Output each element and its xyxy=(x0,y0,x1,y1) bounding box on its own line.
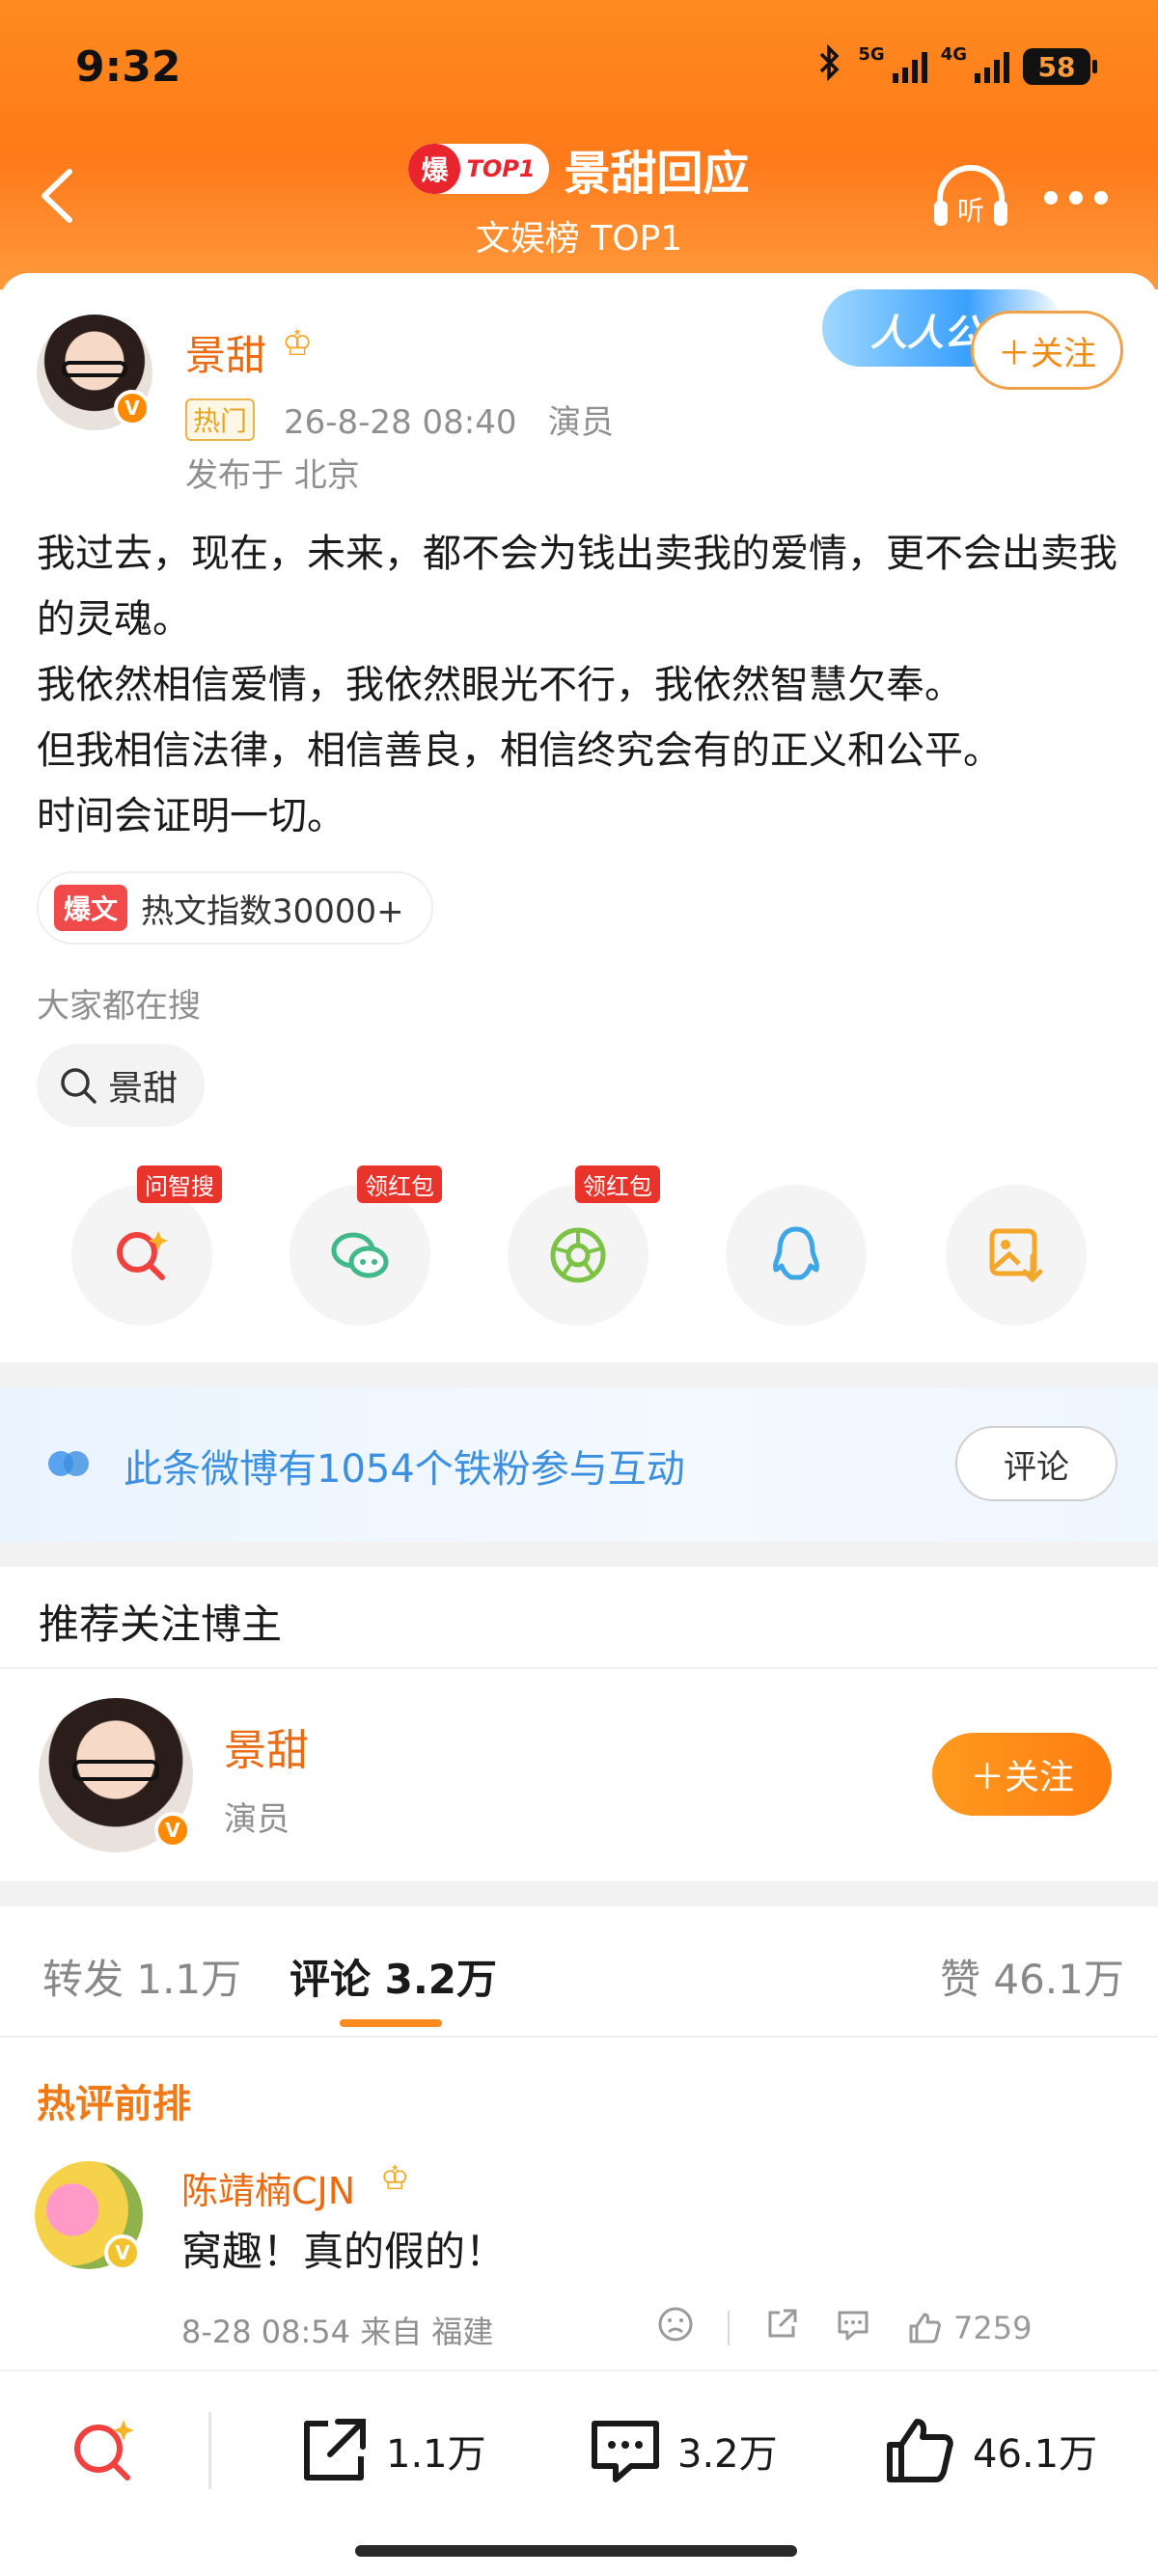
tab-repost[interactable]: 转发 1.1万 xyxy=(42,1947,241,2006)
search-chip[interactable]: 景甜 xyxy=(37,1044,206,1127)
post-body: 我过去，现在，未来，都不会为钱出卖我的爱情，更不会出卖我的灵魂。 我依然相信爱情… xyxy=(37,532,1117,838)
follow-button[interactable]: ＋关注 xyxy=(971,311,1123,390)
comment-like-button[interactable]: 7259 xyxy=(905,2309,1032,2347)
battery-icon: 58 xyxy=(1023,48,1097,85)
author-name[interactable]: 景甜 xyxy=(185,323,266,382)
share-wechat[interactable]: 领红包 xyxy=(290,1165,442,1326)
bottom-comment-button[interactable]: 3.2万 xyxy=(587,2412,778,2489)
comment-icon xyxy=(592,2421,659,2482)
wechat-icon xyxy=(331,1232,389,1278)
crown-icon: ♔ xyxy=(282,324,314,364)
signal-icon xyxy=(892,50,927,83)
verified-icon: V xyxy=(154,1812,191,1849)
crown-icon: ♔ xyxy=(380,2159,410,2198)
bluetooth-icon xyxy=(815,43,844,89)
signal-icon-2 xyxy=(975,50,1009,83)
status-time: 9:32 xyxy=(75,42,181,92)
repost-icon xyxy=(304,2419,366,2480)
share-qq[interactable] xyxy=(726,1185,867,1326)
bottom-repost-button[interactable]: 1.1万 xyxy=(295,2412,486,2489)
commenter-name[interactable]: 陈靖楠CJN xyxy=(181,2161,355,2214)
divider xyxy=(0,1667,1158,1669)
hot-comments-title: 热评前排 xyxy=(37,2082,191,2126)
bottom-ask-search[interactable] xyxy=(66,2412,143,2489)
page-title: 景甜回应 xyxy=(564,147,750,201)
post-location: 发布于 北京 xyxy=(185,456,360,495)
verified-icon: V xyxy=(114,390,151,426)
ai-search-icon xyxy=(74,2420,134,2480)
tab-active-indicator xyxy=(340,2019,442,2027)
headphones-icon: 听 xyxy=(934,165,1007,227)
post-meta: 26-8-28 08:40 演员 xyxy=(284,403,614,442)
moments-icon xyxy=(550,1227,606,1283)
svg-text:听: 听 xyxy=(957,195,984,227)
divider xyxy=(0,1542,1158,1567)
ai-search-icon xyxy=(117,1231,168,1280)
hot-index-text: 热文指数30000+ xyxy=(141,891,404,931)
comment-count: 3.2万 xyxy=(677,2432,778,2477)
recommend-title: 推荐关注博主 xyxy=(39,1601,283,1648)
thumbs-up-icon xyxy=(909,2313,941,2343)
more-options-icon[interactable] xyxy=(1044,191,1108,205)
bottom-like-button[interactable]: 46.1万 xyxy=(882,2412,1097,2489)
fans-comment-button[interactable]: 评论 xyxy=(955,1426,1117,1501)
plus-icon: ＋ xyxy=(998,334,1031,373)
recommend-desc: 演员 xyxy=(224,1800,290,1839)
image-download-icon xyxy=(989,1228,1043,1283)
top-rank-badge: 爆 TOP1 xyxy=(408,144,549,194)
plus-icon: ＋ xyxy=(969,1758,1005,1797)
fans-text: 此条微博有1054个铁粉参与互动 xyxy=(124,1447,685,1492)
save-image[interactable] xyxy=(946,1185,1087,1326)
emoji-icon[interactable] xyxy=(656,2305,695,2351)
fans-icon xyxy=(46,1447,95,1480)
tab-comment[interactable]: 评论 3.2万 xyxy=(290,1947,497,2006)
comment-actions: 7259 xyxy=(656,2304,1032,2352)
verified-icon: V xyxy=(104,2234,141,2271)
divider xyxy=(0,1881,1158,1906)
like-count: 46.1万 xyxy=(973,2432,1098,2477)
status-icons: 5G 4G 58 xyxy=(815,43,1097,89)
divider xyxy=(0,1362,1158,1387)
comment-share-icon[interactable] xyxy=(762,2305,801,2351)
network-5g: 5G xyxy=(858,44,885,65)
repost-count: 1.1万 xyxy=(386,2432,486,2477)
listen-button[interactable]: 听 xyxy=(930,164,1011,232)
divider xyxy=(208,2412,211,2489)
comment-reply-icon[interactable] xyxy=(834,2305,872,2351)
recommend-follow-button[interactable]: ＋关注 xyxy=(932,1733,1112,1816)
comment-meta: 8-28 08:54 来自 福建 xyxy=(181,2314,494,2350)
comment-like-count: 7259 xyxy=(953,2310,1033,2346)
comment-text: 窝趣！真的假的！ xyxy=(181,2228,507,2275)
share-ask-search[interactable]: 问智搜 xyxy=(71,1165,222,1326)
network-4g: 4G xyxy=(940,44,967,65)
recommend-name[interactable]: 景甜 xyxy=(224,1715,309,1777)
divider xyxy=(0,2036,1158,2038)
hot-article-tag: 爆文 xyxy=(54,885,128,931)
search-icon xyxy=(61,1068,96,1104)
divider xyxy=(728,2311,730,2345)
tab-like[interactable]: 赞 46.1万 xyxy=(940,1947,1124,2006)
qq-icon xyxy=(773,1226,819,1280)
share-row: 问智搜 领红包 领红包 xyxy=(0,1165,1158,1329)
hot-tag: 热门 xyxy=(185,398,256,441)
home-indicator[interactable] xyxy=(355,2545,797,2557)
thumbs-up-icon xyxy=(887,2419,953,2482)
trending-search-label: 大家都在搜 xyxy=(37,987,201,1026)
hot-index-chip[interactable]: 爆文 热文指数30000+ xyxy=(37,871,433,945)
share-moments[interactable]: 领红包 xyxy=(508,1165,660,1326)
